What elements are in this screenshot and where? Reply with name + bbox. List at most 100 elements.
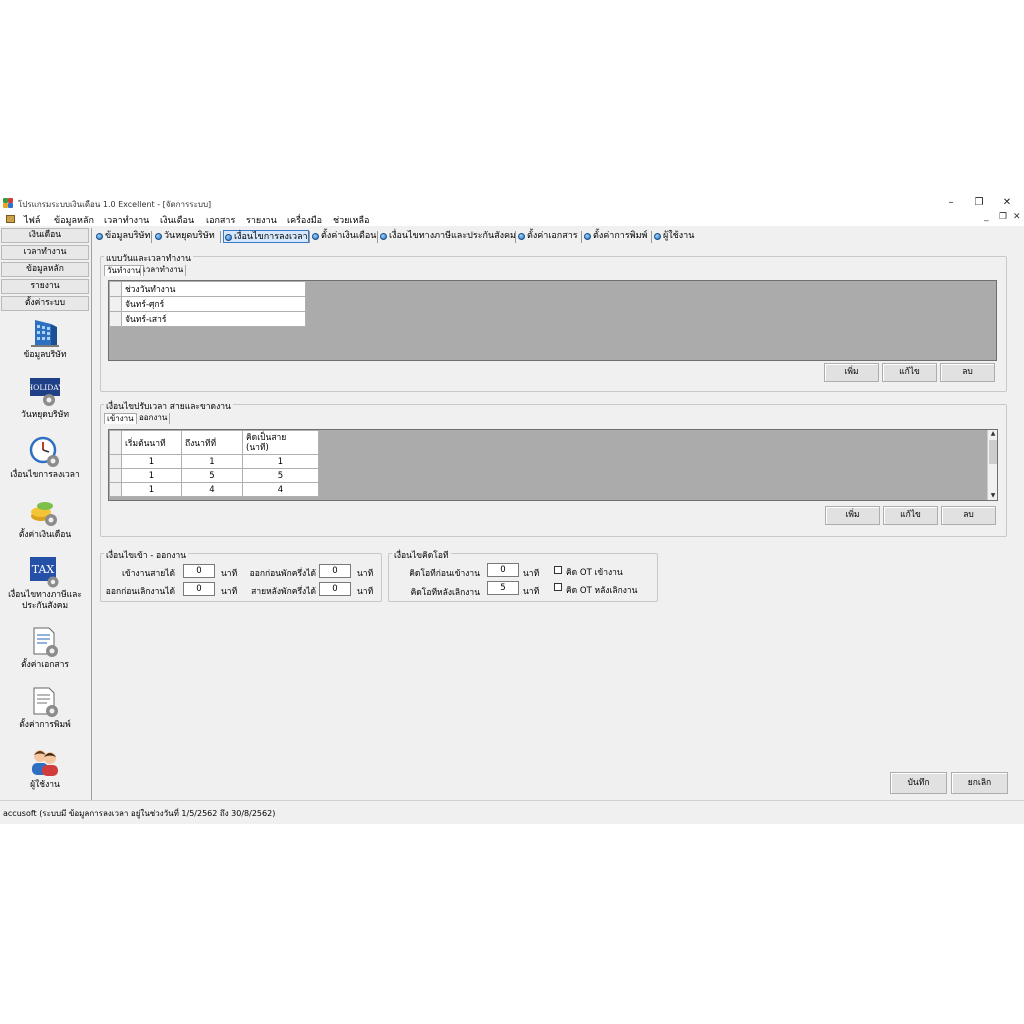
- mdi-child-icon[interactable]: [6, 215, 15, 223]
- tab-bullet-icon: [518, 233, 525, 240]
- mdi-minimize-button[interactable]: _: [984, 212, 989, 222]
- table-cell[interactable]: จันทร์-เสาร์: [121, 311, 306, 327]
- table-row[interactable]: 1 4 4: [109, 482, 319, 497]
- table-row[interactable]: 1 5 5: [109, 468, 319, 483]
- work-days-grid[interactable]: ช่วงวันทำงาน จันทร์-ศุกร์ จันทร์-เสาร์: [108, 280, 997, 361]
- table-cell[interactable]: 1: [121, 468, 182, 483]
- break-late-field[interactable]: 0: [319, 582, 351, 596]
- maximize-button[interactable]: ❐: [966, 196, 992, 210]
- table-cell[interactable]: 1: [181, 454, 243, 469]
- tab-company-holidays[interactable]: วันหยุดบริษัท: [154, 230, 215, 243]
- nav-salary[interactable]: เงินเดือน: [1, 228, 89, 243]
- menu-master-data[interactable]: ข้อมูลหลัก: [54, 213, 94, 227]
- table-cell[interactable]: 4: [181, 482, 243, 497]
- tab-document-settings[interactable]: ตั้งค่าเอกสาร: [517, 230, 578, 243]
- minimize-button[interactable]: –: [938, 196, 964, 210]
- tab-time-rules[interactable]: เงื่อนไขการลงเวลา: [223, 230, 309, 243]
- nav-system-settings[interactable]: ตั้งค่าระบบ: [1, 296, 89, 311]
- ot-before-field[interactable]: 0: [487, 563, 519, 577]
- nav-worktime[interactable]: เวลาทำงาน: [1, 245, 89, 260]
- row-header: [109, 454, 122, 469]
- subtab-work-hours[interactable]: เวลาทำงาน: [140, 265, 187, 276]
- nav-tile-tax[interactable]: TAX เงื่อนไขทางภาษีและ ประกันสังคม: [2, 556, 88, 612]
- row-header: [109, 430, 122, 455]
- delete-schedule-button[interactable]: ลบ: [940, 363, 995, 382]
- app-icon: [3, 198, 14, 208]
- subtab-work-days[interactable]: วันทำงาน: [104, 265, 144, 276]
- scroll-down-icon[interactable]: ▼: [989, 492, 997, 500]
- edit-schedule-button[interactable]: แก้ไข: [882, 363, 937, 382]
- ot-after-checkbox[interactable]: [554, 583, 562, 591]
- table-cell[interactable]: 4: [242, 482, 319, 497]
- ot-after-field[interactable]: 5: [487, 581, 519, 595]
- nav-tile-holiday[interactable]: HOLIDAY วันหยุดบริษัท: [2, 376, 88, 421]
- scroll-up-icon[interactable]: ▲: [989, 430, 997, 438]
- break-out-field[interactable]: 0: [319, 564, 351, 578]
- early-out-field[interactable]: 0: [183, 582, 215, 596]
- tab-separator: [309, 231, 310, 243]
- subtab-clock-in[interactable]: เข้างาน: [104, 413, 137, 424]
- menu-worktime[interactable]: เวลาทำงาน: [104, 213, 149, 227]
- tab-separator: [377, 231, 378, 243]
- tab-label: เงื่อนไขการลงเวลา: [234, 232, 308, 242]
- tab-print-settings[interactable]: ตั้งค่าการพิมพ์: [583, 230, 647, 243]
- tab-company-info[interactable]: ข้อมูลบริษัท: [95, 230, 150, 243]
- nav-tile-salary-settings[interactable]: ตั้งค่าเงินเดือน: [2, 496, 88, 541]
- close-button[interactable]: ✕: [994, 196, 1020, 210]
- menu-salary[interactable]: เงินเดือน: [160, 213, 194, 227]
- nav-tile-time-rules[interactable]: เงื่อนไขการลงเวลา: [2, 436, 88, 481]
- table-cell[interactable]: จันทร์-ศุกร์: [121, 296, 306, 312]
- mdi-restore-button[interactable]: ❐: [999, 212, 1007, 222]
- scroll-thumb[interactable]: [989, 440, 997, 464]
- ot-after-unit: นาที: [523, 587, 540, 597]
- table-row[interactable]: จันทร์-ศุกร์: [109, 296, 306, 312]
- table-cell[interactable]: 5: [181, 468, 243, 483]
- save-button[interactable]: บันทึก: [890, 772, 947, 794]
- column-header: ช่วงวันทำงาน: [121, 281, 306, 297]
- row-header: [109, 311, 122, 327]
- table-row[interactable]: จันทร์-เสาร์: [109, 311, 306, 327]
- delete-late-rule-button[interactable]: ลบ: [941, 506, 996, 525]
- row-header: [109, 296, 122, 312]
- work-schedule-title: แบบวันและเวลาทำงาน: [104, 251, 193, 265]
- nav-tile-label-line: เงื่อนไขทางภาษีและ: [8, 590, 82, 600]
- late-in-field[interactable]: 0: [183, 564, 215, 578]
- edit-late-rule-button[interactable]: แก้ไข: [883, 506, 938, 525]
- cancel-button[interactable]: ยกเลิก: [951, 772, 1008, 794]
- table-cell[interactable]: 1: [242, 454, 319, 469]
- table-cell[interactable]: 1: [121, 454, 182, 469]
- menu-tools[interactable]: เครื่องมือ: [287, 213, 322, 227]
- menu-file[interactable]: ไฟล์: [24, 213, 40, 227]
- subtab-clock-out[interactable]: ออกงาน: [136, 413, 171, 424]
- ot-before-checkbox[interactable]: [554, 566, 562, 574]
- menu-documents[interactable]: เอกสาร: [206, 213, 235, 227]
- tax-icon-text: TAX: [32, 563, 55, 576]
- tab-salary-settings[interactable]: ตั้งค่าเงินเดือน: [311, 230, 376, 243]
- nav-tile-label: ตั้งค่าเอกสาร: [21, 660, 69, 670]
- late-rules-grid[interactable]: เริ่มต้นนาที ถึงนาทีที่ คิดเป็นสาย (นาที…: [108, 429, 998, 501]
- tab-label: ผู้ใช้งาน: [663, 231, 695, 241]
- nav-reports[interactable]: รายงาน: [1, 279, 89, 294]
- column-header-start-minute: เริ่มต้นนาที: [121, 430, 182, 455]
- menu-reports[interactable]: รายงาน: [246, 213, 277, 227]
- ot-title: เงื่อนไขคิดโอที: [392, 548, 451, 562]
- nav-tile-company[interactable]: ข้อมูลบริษัท: [2, 316, 88, 361]
- nav-tile-users[interactable]: ผู้ใช้งาน: [2, 746, 88, 791]
- nav-tile-document-settings[interactable]: ตั้งค่าเอกสาร: [2, 626, 88, 671]
- users-icon: [29, 746, 61, 778]
- nav-master-data[interactable]: ข้อมูลหลัก: [1, 262, 89, 277]
- nav-tile-print-settings[interactable]: ตั้งค่าการพิมพ์: [2, 686, 88, 731]
- late-rules-scrollbar[interactable]: ▲ ▼: [987, 430, 997, 500]
- table-row[interactable]: 1 1 1: [109, 454, 319, 469]
- table-cell[interactable]: 5: [242, 468, 319, 483]
- row-header: [109, 482, 122, 497]
- menu-help[interactable]: ช่วยเหลือ: [333, 213, 369, 227]
- tab-users[interactable]: ผู้ใช้งาน: [653, 230, 694, 243]
- add-schedule-button[interactable]: เพิ่ม: [824, 363, 879, 382]
- tab-label: เงื่อนไขทางภาษีและประกันสังคม: [389, 231, 516, 241]
- table-cell[interactable]: 1: [121, 482, 182, 497]
- tab-bullet-icon: [584, 233, 591, 240]
- add-late-rule-button[interactable]: เพิ่ม: [825, 506, 880, 525]
- mdi-close-button[interactable]: ✕: [1013, 212, 1021, 222]
- tab-tax-social-security[interactable]: เงื่อนไขทางภาษีและประกันสังคม: [379, 230, 516, 243]
